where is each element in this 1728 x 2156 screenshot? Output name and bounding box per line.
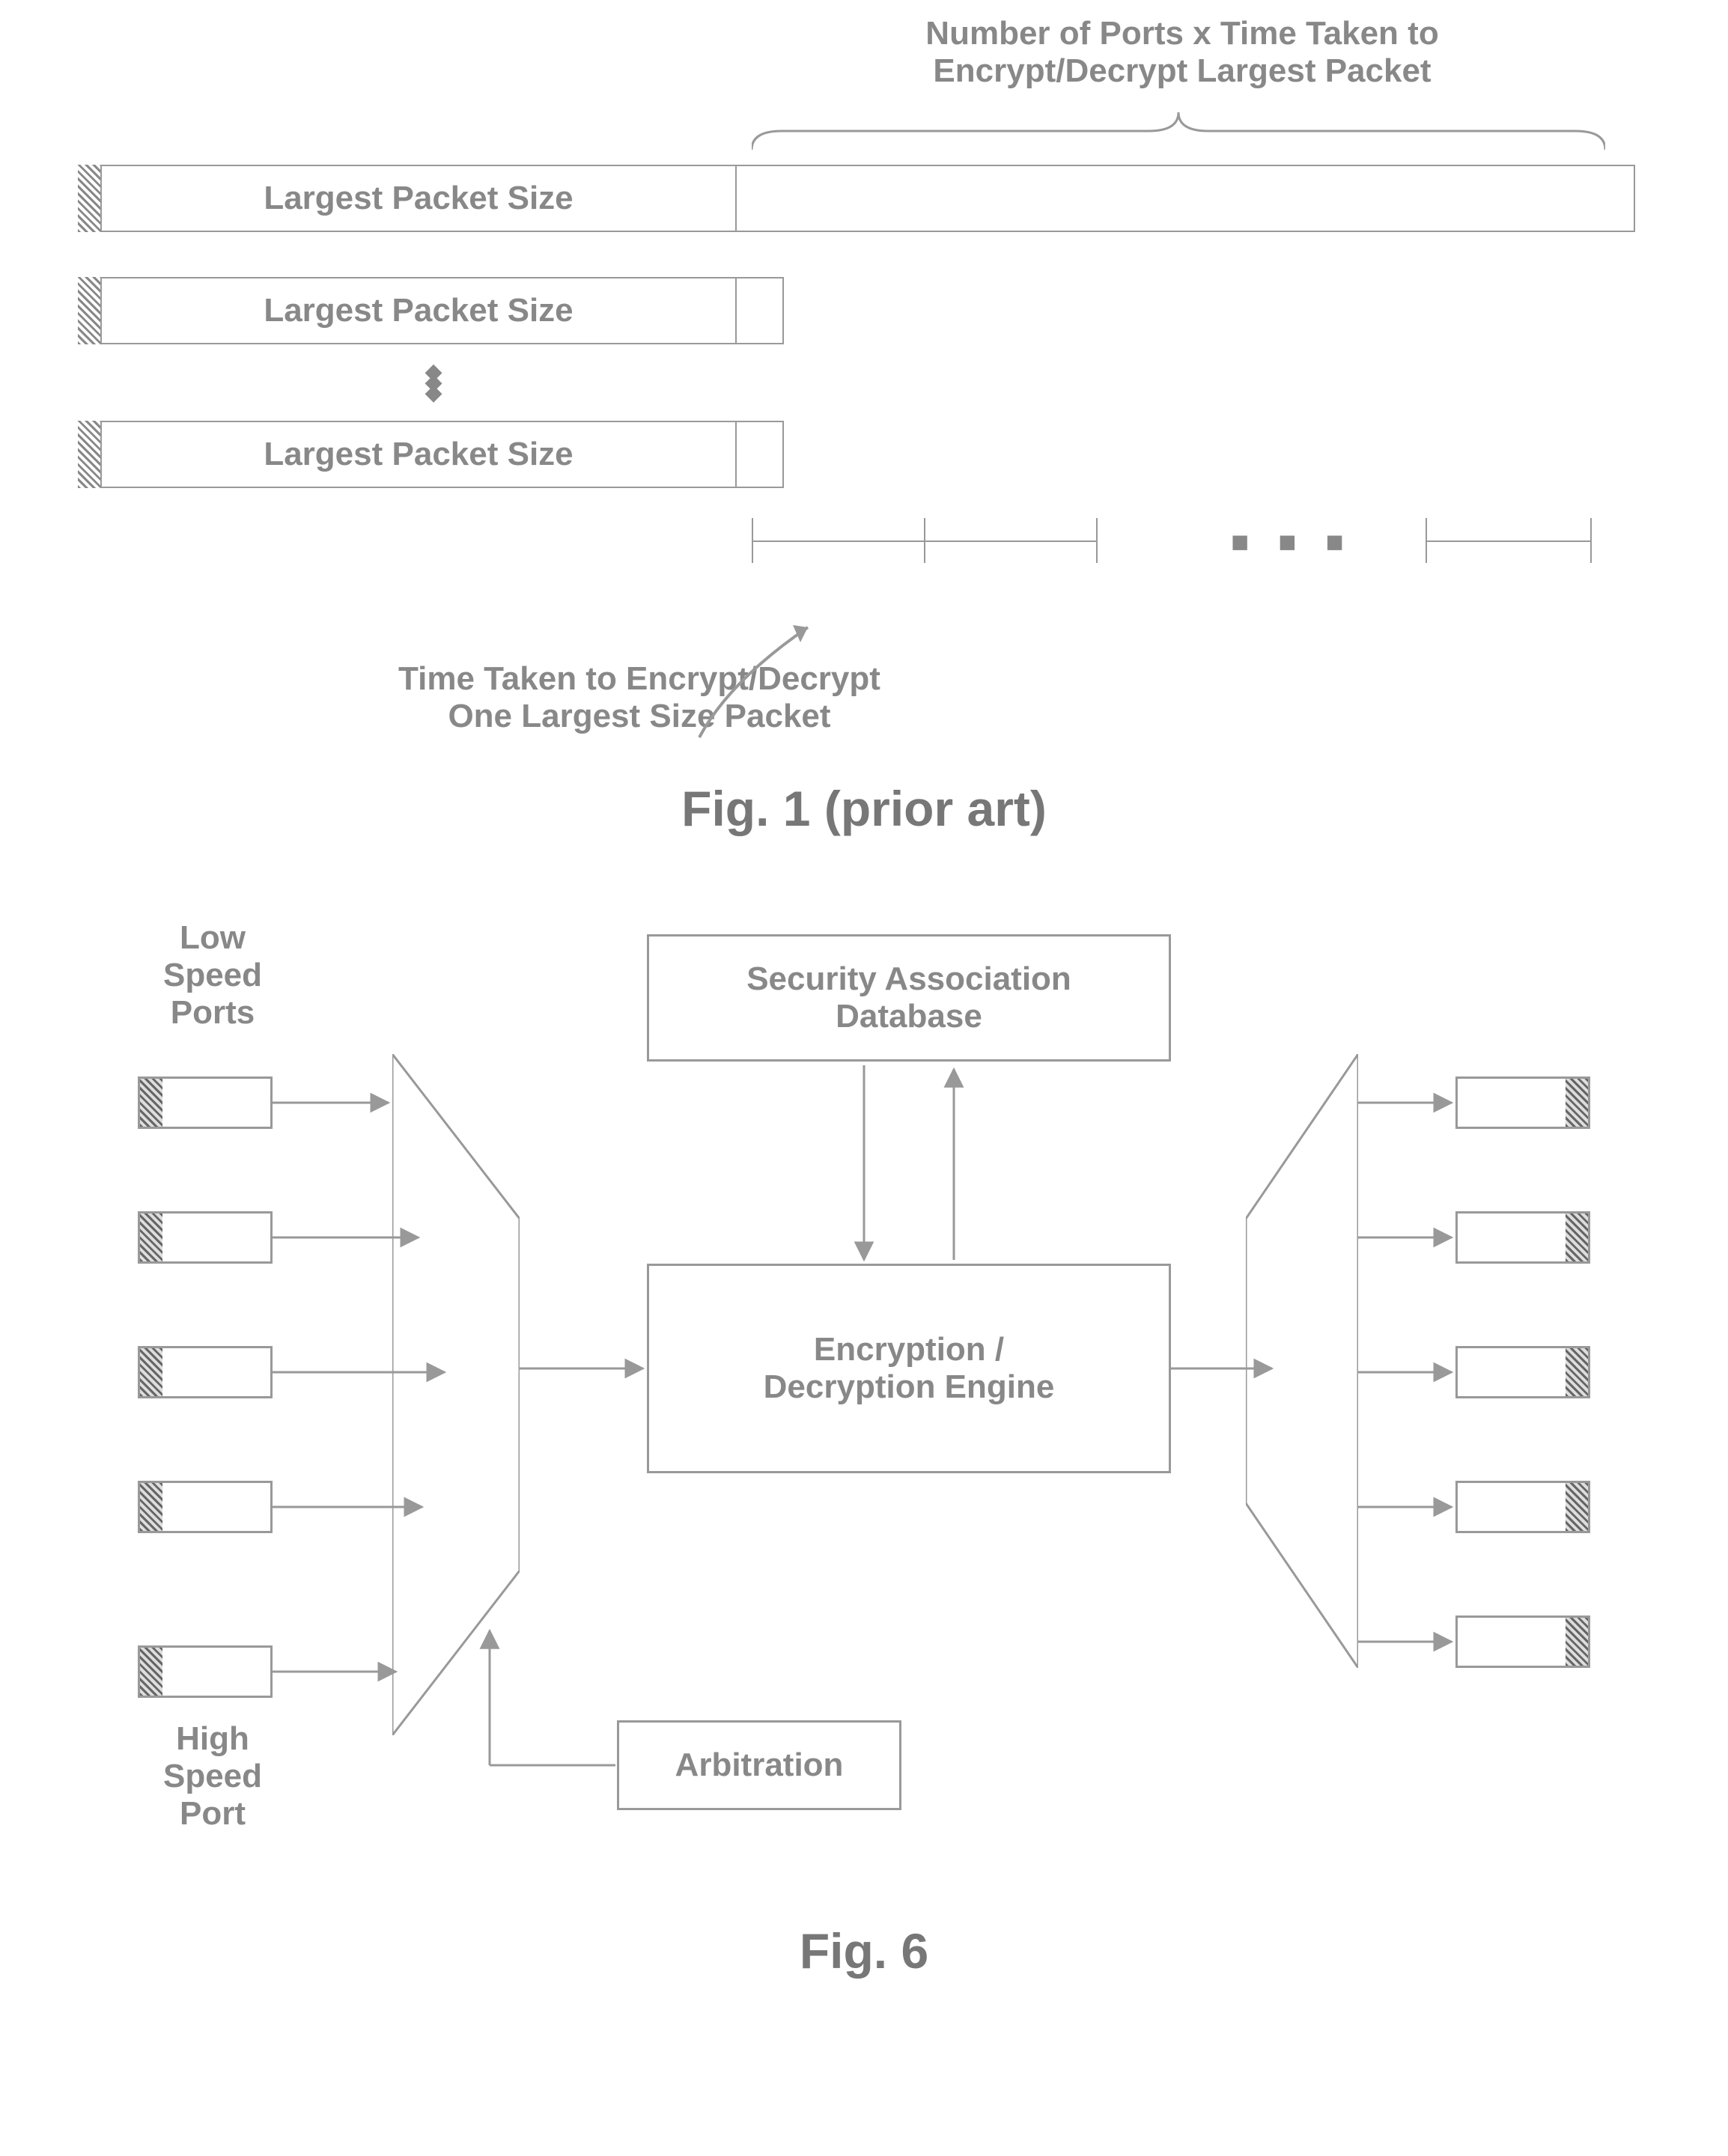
bar-rows: Largest Packet Size Largest Packet Size …: [78, 30, 1650, 488]
bar-label: Largest Packet Size: [100, 277, 737, 344]
brace-top: [752, 112, 1605, 150]
figure-1-caption: Fig. 1 (prior art): [78, 780, 1650, 837]
figure-1: Number of Ports x Time Taken to Encrypt/…: [78, 30, 1650, 837]
figure-6-caption: Fig. 6: [30, 1922, 1698, 1979]
connectors: [78, 927, 1650, 1900]
top-annotation-line1: Number of Ports x Time Taken to: [925, 15, 1438, 52]
bottom-annotation: Time Taken to Encrypt/Decrypt One Larges…: [340, 660, 939, 735]
bar-label: Largest Packet Size: [100, 421, 737, 488]
figure-6: Low Speed Ports High Speed Port Security…: [78, 927, 1650, 1900]
bar-extension: [735, 165, 1635, 232]
curved-arrow: [692, 614, 827, 741]
bar-cap-hatch: [78, 421, 100, 488]
bar-row: Largest Packet Size: [78, 165, 1650, 232]
vertical-ellipsis: ◆◆◆: [422, 367, 445, 398]
time-axis: ■ ■ ■: [752, 518, 1605, 578]
horizontal-ellipsis: ■ ■ ■: [1231, 526, 1354, 559]
top-annotation: Number of Ports x Time Taken to Encrypt/…: [752, 15, 1613, 90]
bar-label: Largest Packet Size: [100, 165, 737, 232]
bar-extension: [735, 421, 784, 488]
bar-row: Largest Packet Size: [78, 277, 1650, 344]
bar-cap-hatch: [78, 277, 100, 344]
bar-extension: [735, 277, 784, 344]
top-annotation-line2: Encrypt/Decrypt Largest Packet: [933, 52, 1431, 89]
bar-row: Largest Packet Size: [78, 421, 1650, 488]
bar-cap-hatch: [78, 165, 100, 232]
